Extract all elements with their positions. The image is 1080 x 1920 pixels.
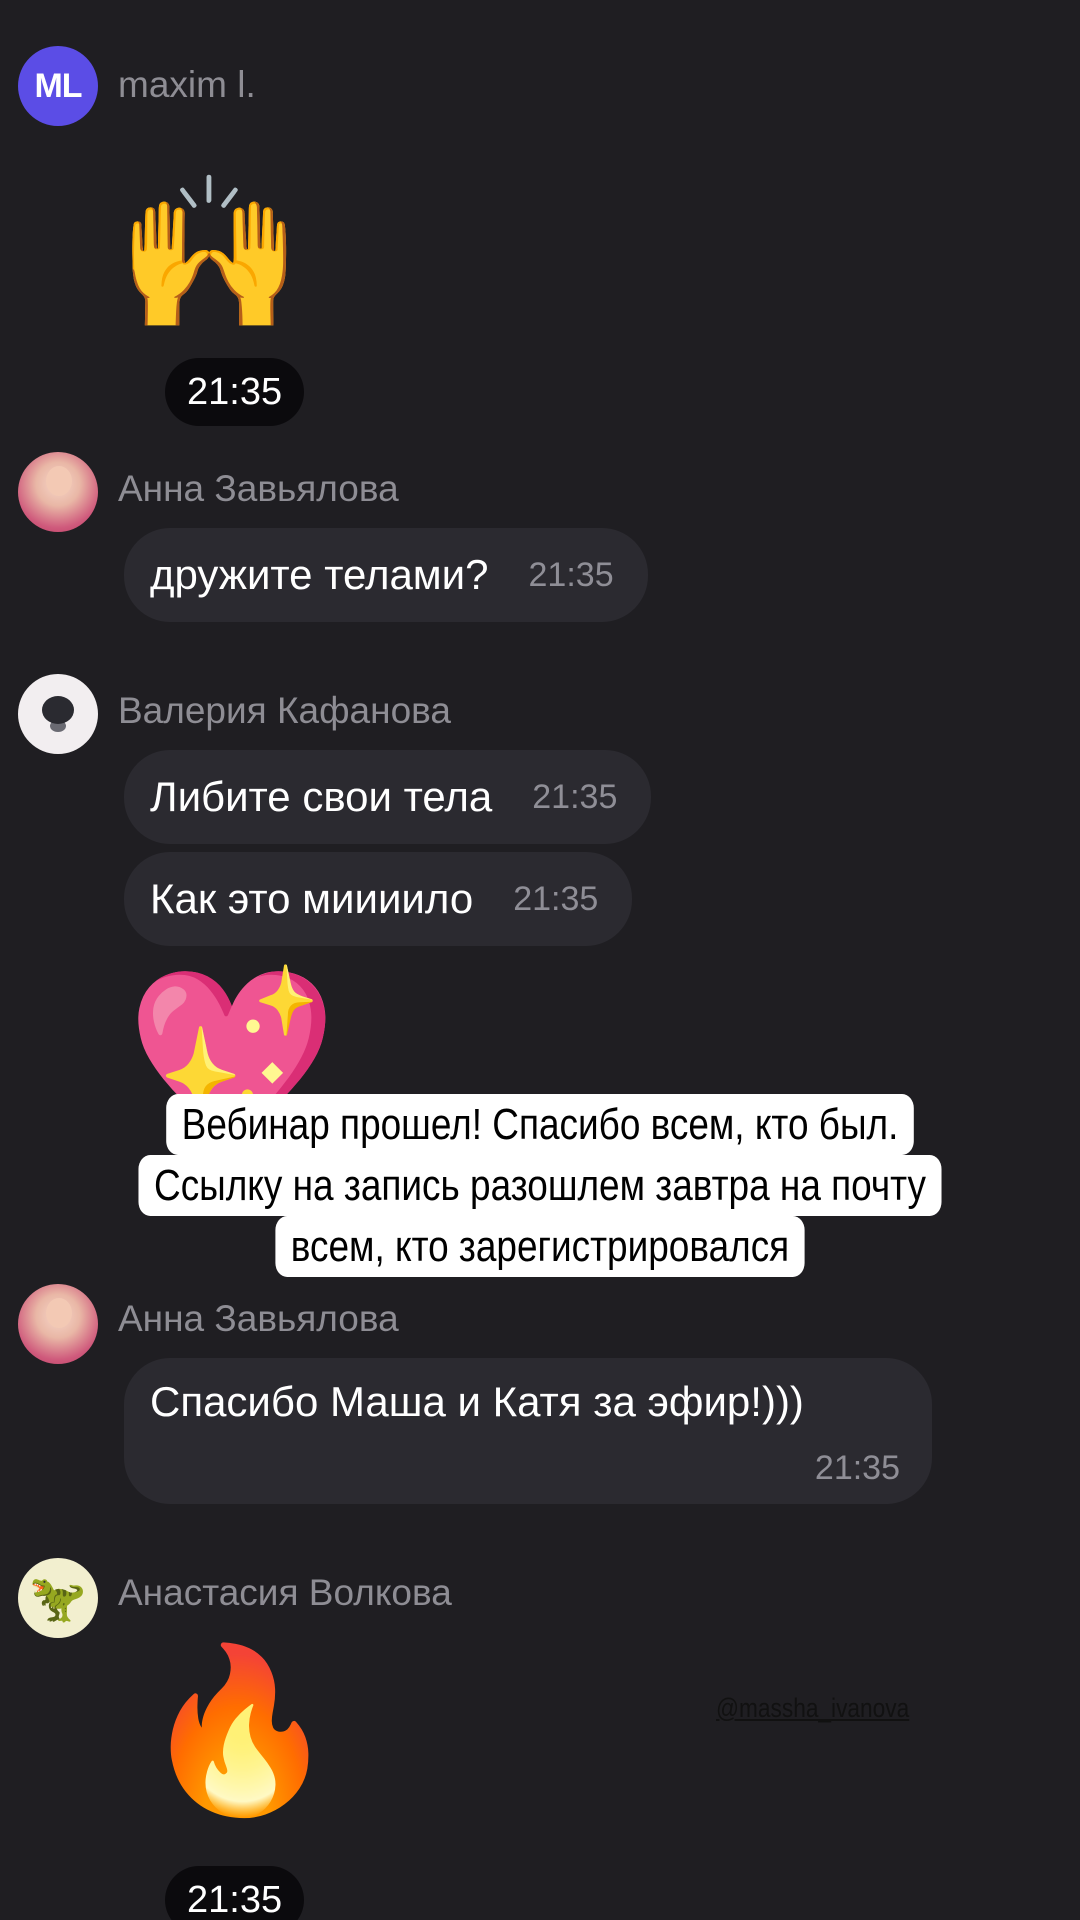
mention-sticker[interactable]: @massha_ivanova (716, 1693, 909, 1724)
message-bubble[interactable]: Спасибо Маша и Катя за эфир!))) 21:35 (124, 1358, 932, 1504)
author-name: Анна Завьялова (118, 1298, 399, 1339)
message-text: Либите свои тела (150, 773, 493, 820)
avatar-initials: ML (34, 66, 82, 105)
caption-line: Ссылку на запись разошлем завтра на почт… (138, 1155, 942, 1216)
avatar[interactable]: ML (18, 46, 98, 126)
story-caption: Вебинар прошел! Спасибо всем, кто был. С… (86, 1094, 993, 1277)
message-bubble[interactable]: Либите свои тела 21:35 (124, 750, 652, 844)
message-text: дружите телами? (150, 551, 489, 598)
message-time: 21:35 (165, 358, 305, 426)
caption-line: Вебинар прошел! Спасибо всем, кто был. (166, 1094, 914, 1155)
author-name: maxim l. (118, 64, 256, 105)
message-time: 21:35 (814, 1449, 900, 1487)
caption-line: всем, кто зарегистрировался (275, 1216, 805, 1277)
message-text: Как это миииило (150, 875, 474, 922)
message-time: 21:35 (165, 1866, 305, 1920)
avatar[interactable] (18, 452, 98, 532)
avatar[interactable] (18, 1284, 98, 1364)
message-time: 21:35 (532, 777, 618, 816)
dinosaur-icon: 🦖 (29, 1571, 87, 1624)
message-bubble[interactable]: дружите телами? 21:35 (124, 528, 648, 622)
avatar[interactable]: 🦖 (18, 1558, 98, 1638)
chat-screen: ML maxim l. 🙌 21:35 Анна Завьялова дружи… (0, 0, 1080, 1920)
author-name: Анастасия Волкова (118, 1572, 452, 1613)
author-name: Анна Завьялова (118, 468, 399, 509)
message-bubble[interactable]: Как это миииило 21:35 (124, 852, 633, 946)
fire-emoji-message[interactable]: 🔥 (140, 1650, 339, 1810)
message-time: 21:35 (528, 555, 614, 594)
message-text: Спасибо Маша и Катя за эфир!))) (150, 1378, 804, 1425)
message-time: 21:35 (513, 879, 599, 918)
author-name: Валерия Кафанова (118, 690, 451, 731)
avatar[interactable] (18, 674, 98, 754)
raising-hands-emoji-message[interactable]: 🙌 (116, 178, 303, 328)
